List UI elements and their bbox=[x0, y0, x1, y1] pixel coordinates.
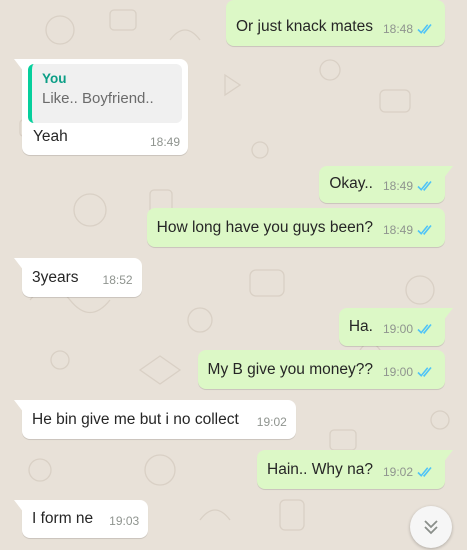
quoted-message[interactable]: You Like.. Boyfriend.. bbox=[28, 64, 182, 123]
double-check-read-icon bbox=[417, 366, 432, 377]
message-bubble-incoming[interactable]: He bin give me but i no collect 19:02 bbox=[14, 400, 296, 439]
message-text: Yeah bbox=[33, 128, 68, 145]
message-bubble-outgoing[interactable]: My B give you money?? 19:00 bbox=[197, 350, 445, 389]
message-time: 19:02 bbox=[382, 465, 413, 479]
double-check-read-icon bbox=[417, 23, 432, 34]
bubble-tail bbox=[14, 59, 24, 72]
message-bubble-incoming[interactable]: You Like.. Boyfriend.. Yeah 18:49 bbox=[14, 59, 188, 155]
message-bubble-outgoing[interactable]: Okay.. 18:49 bbox=[319, 166, 453, 203]
quote-text: Like.. Boyfriend.. bbox=[42, 90, 154, 107]
message-text: Hain.. Why na? bbox=[267, 461, 373, 478]
message-time: 19:02 bbox=[256, 415, 287, 429]
message-text: He bin give me but i no collect bbox=[32, 411, 239, 428]
bubble-tail bbox=[14, 258, 24, 271]
message-time: 18:49 bbox=[382, 223, 413, 237]
message-bubble-incoming[interactable]: I form ne 19:03 bbox=[14, 500, 149, 538]
message-time: 19:03 bbox=[109, 514, 140, 528]
message-text: Or just knack mates bbox=[236, 18, 373, 35]
message-text: Ha. bbox=[348, 318, 373, 335]
double-check-read-icon bbox=[417, 224, 432, 235]
bubble-tail bbox=[14, 500, 24, 513]
message-bubble-outgoing[interactable]: Or just knack mates 18:48 bbox=[226, 0, 445, 46]
bubble-tail bbox=[443, 308, 453, 321]
message-time: 18:49 bbox=[149, 135, 180, 149]
message-time: 19:00 bbox=[382, 322, 413, 336]
message-bubble-outgoing[interactable]: How long have you guys been? 18:49 bbox=[146, 208, 445, 247]
message-time: 18:49 bbox=[382, 179, 413, 193]
quote-author: You bbox=[42, 71, 67, 86]
message-text: How long have you guys been? bbox=[156, 219, 373, 236]
message-time: 18:52 bbox=[102, 273, 133, 287]
message-bubble-outgoing[interactable]: Hain.. Why na? 19:02 bbox=[257, 450, 453, 489]
bubble-tail bbox=[443, 166, 453, 179]
scroll-to-bottom-button[interactable] bbox=[410, 506, 452, 548]
bubble-tail bbox=[443, 450, 453, 463]
bubble-tail bbox=[14, 400, 24, 413]
message-text: 3years bbox=[32, 269, 79, 286]
message-bubble-incoming[interactable]: 3years 18:52 bbox=[14, 258, 142, 297]
message-bubble-outgoing[interactable]: Ha. 19:00 bbox=[338, 308, 453, 346]
double-check-read-icon bbox=[417, 323, 432, 334]
double-check-read-icon bbox=[417, 466, 432, 477]
message-time: 18:48 bbox=[382, 22, 413, 36]
double-check-read-icon bbox=[417, 180, 432, 191]
message-time: 19:00 bbox=[382, 365, 413, 379]
message-text: My B give you money?? bbox=[207, 361, 373, 378]
double-chevron-down-icon bbox=[424, 520, 438, 535]
message-text: I form ne bbox=[32, 510, 94, 527]
message-text: Okay.. bbox=[329, 175, 373, 192]
